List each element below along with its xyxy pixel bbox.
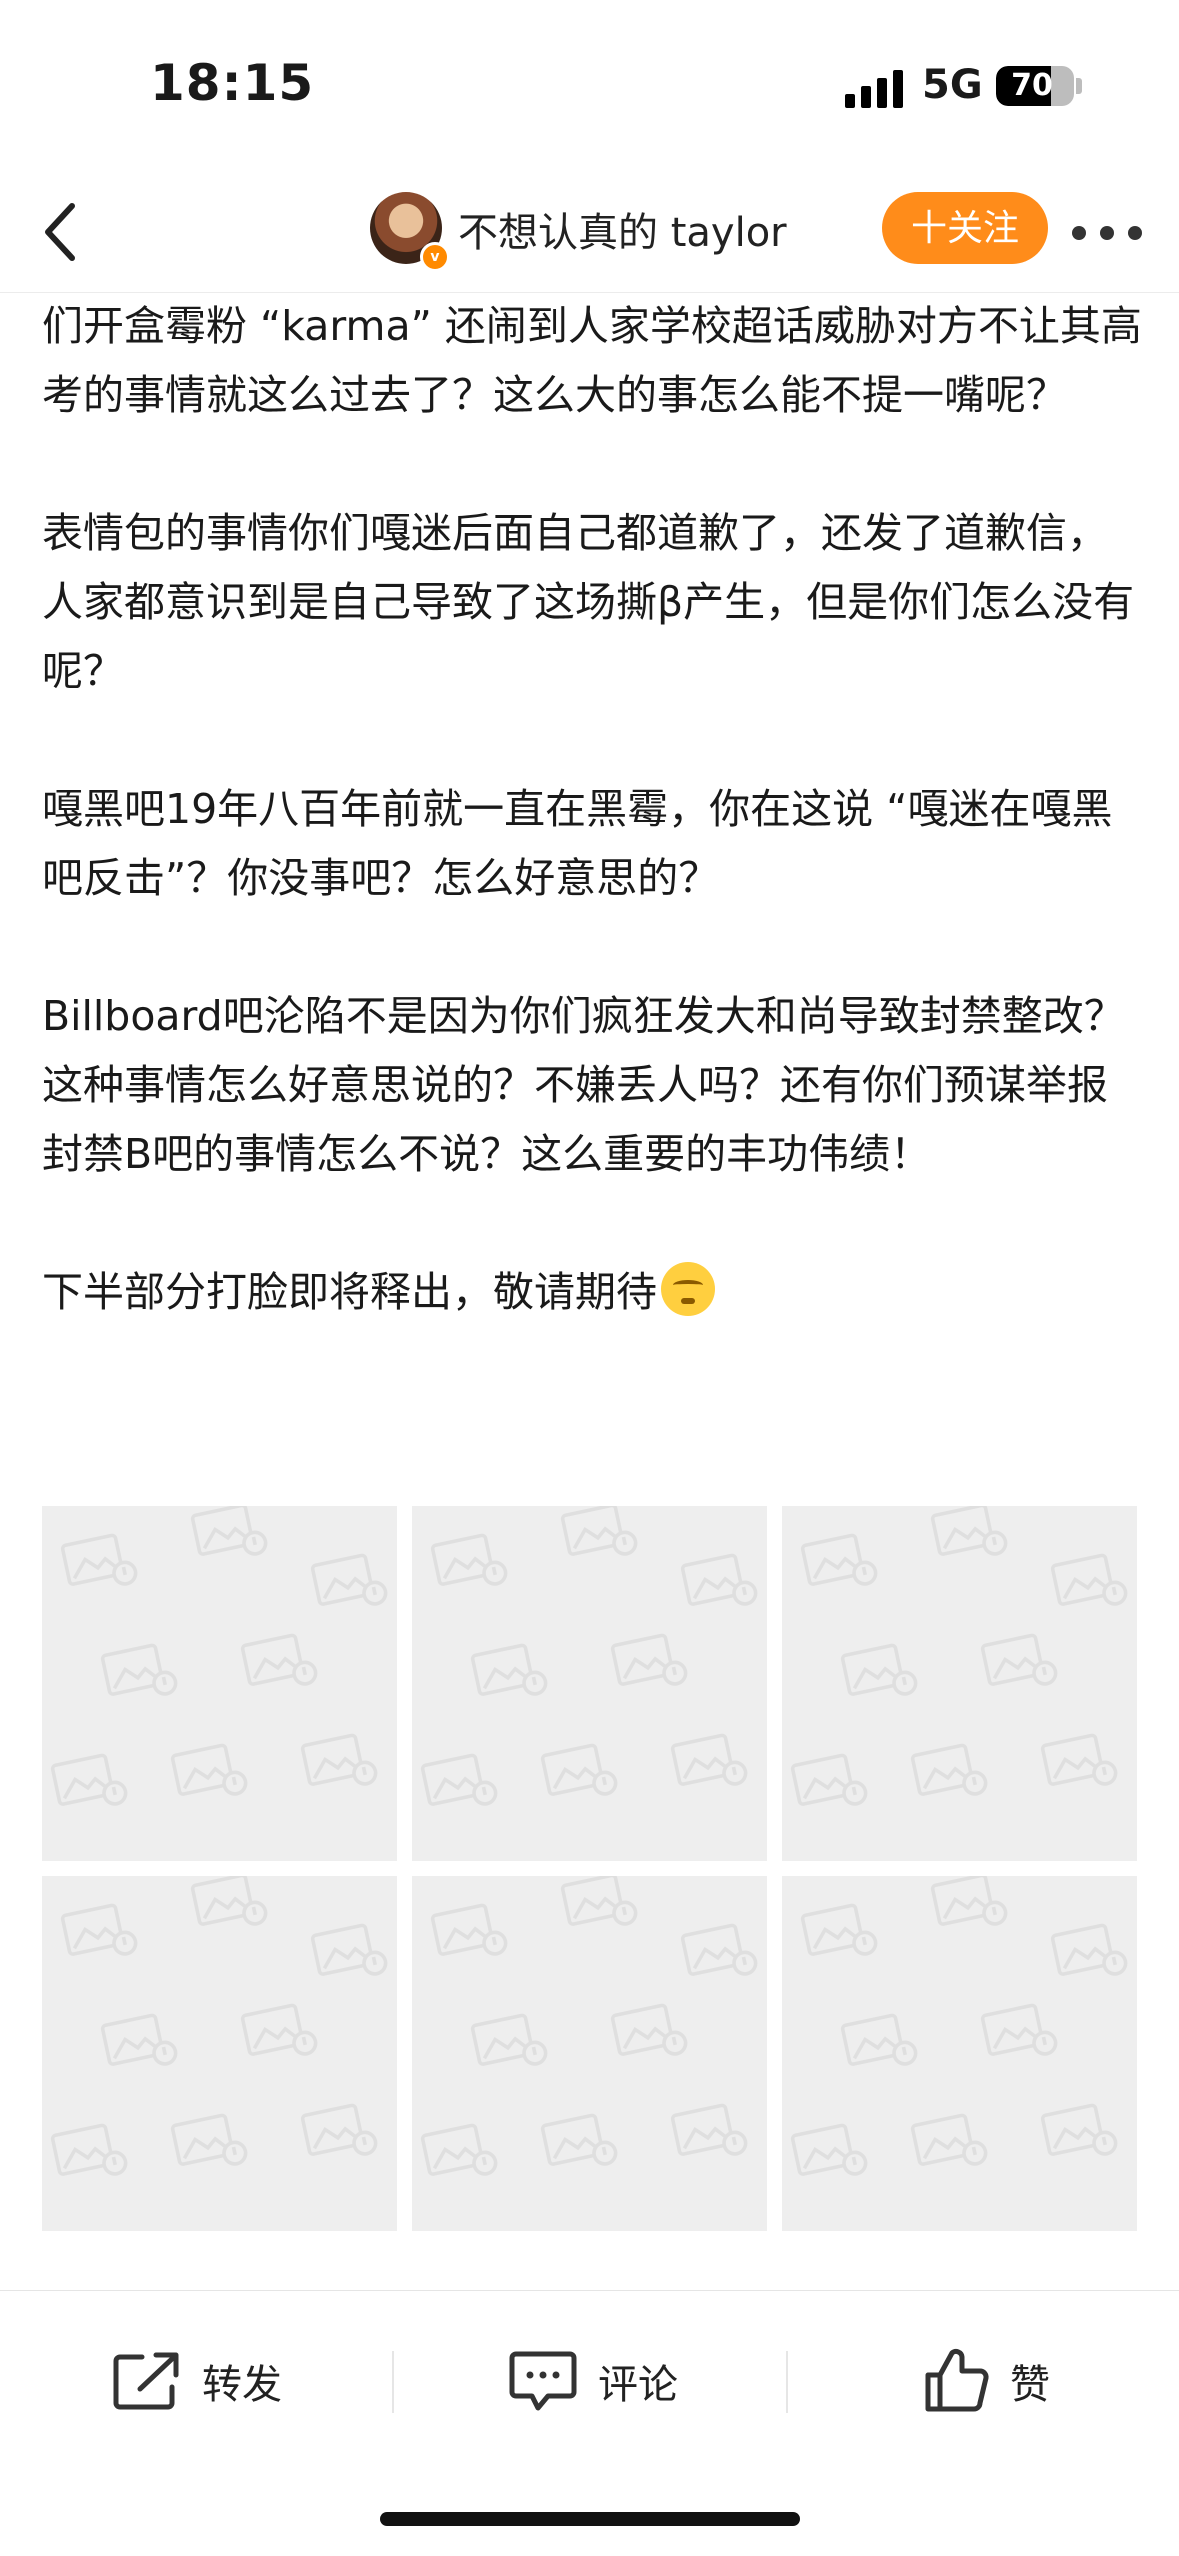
thumbs-up-icon: [925, 2348, 989, 2412]
battery-icon: 70: [996, 66, 1074, 106]
back-button[interactable]: [28, 192, 108, 272]
image-placeholder[interactable]: [412, 1876, 767, 2231]
post-paragraph: 们开盒霉粉 “karma” 还闹到人家学校超话威胁对方不让其高考的事情就这么过去…: [42, 302, 1142, 419]
verified-badge-icon: v: [420, 242, 450, 272]
more-icon: [1072, 226, 1086, 240]
comment-button[interactable]: 评论: [508, 2341, 678, 2421]
image-placeholder[interactable]: [782, 1876, 1137, 2231]
post-body: 们开盒霉粉 “karma” 还闹到人家学校超话威胁对方不让其高考的事情就这么过去…: [42, 292, 1142, 1396]
action-bar: 转发 评论 赞: [0, 2290, 1179, 2461]
image-placeholder[interactable]: [42, 1506, 397, 1861]
repost-button[interactable]: 转发: [112, 2341, 282, 2421]
like-label: 赞: [1010, 2362, 1050, 2408]
follow-button[interactable]: 十关注: [882, 192, 1048, 264]
home-indicator[interactable]: [380, 2512, 800, 2526]
battery-nub: [1076, 78, 1082, 94]
author-name[interactable]: 不想认真的 taylor: [458, 200, 787, 258]
battery-level: 70: [1011, 68, 1053, 103]
comment-icon: [509, 2351, 577, 2411]
image-placeholder[interactable]: [782, 1506, 1137, 1861]
image-broken-icon: [420, 1876, 758, 2176]
status-time: 18:15: [150, 54, 315, 112]
image-broken-icon: [790, 1876, 1128, 2176]
post-paragraph-last: 下半部分打脸即将释出，敬请期待: [42, 1258, 1142, 1327]
signal-icon: [845, 70, 905, 108]
back-icon: [45, 203, 75, 261]
repost-label: 转发: [202, 2362, 282, 2408]
image-broken-icon: [420, 1506, 758, 1806]
status-bar: 18:15 5G 70: [0, 0, 1179, 170]
like-button[interactable]: 赞: [922, 2341, 1050, 2421]
network-type: 5G: [922, 62, 983, 108]
image-broken-icon: [50, 1506, 388, 1806]
post-paragraph: Billboard吧沦陷不是因为你们疯狂发大和尚导致封禁整改？这种事情怎么好意思…: [42, 992, 1125, 1178]
comment-label: 评论: [598, 2362, 678, 2408]
more-button[interactable]: [1068, 210, 1148, 250]
divider: [786, 2351, 788, 2413]
image-broken-icon: [790, 1506, 1128, 1806]
post-paragraph: 表情包的事情你们嘎迷后面自己都道歉了，还发了道歉信，人家都意识到是自己导致了这场…: [42, 509, 1135, 695]
image-broken-icon: [50, 1876, 388, 2176]
repost-icon: [113, 2352, 179, 2410]
image-placeholder[interactable]: [42, 1876, 397, 2231]
post-paragraph: 嘎黑吧19年八百年前就一直在黑霉，你在这说 “嘎迷在嘎黑吧反击”？你没事吧？怎么…: [42, 785, 1113, 902]
shushing-face-emoji: [661, 1262, 715, 1316]
divider: [392, 2351, 394, 2413]
post-paragraph-text: 下半部分打脸即将释出，敬请期待: [42, 1268, 657, 1316]
image-grid: [42, 1506, 1137, 2231]
post-header: v 不想认真的 taylor 十关注: [0, 170, 1179, 293]
image-placeholder[interactable]: [412, 1506, 767, 1861]
